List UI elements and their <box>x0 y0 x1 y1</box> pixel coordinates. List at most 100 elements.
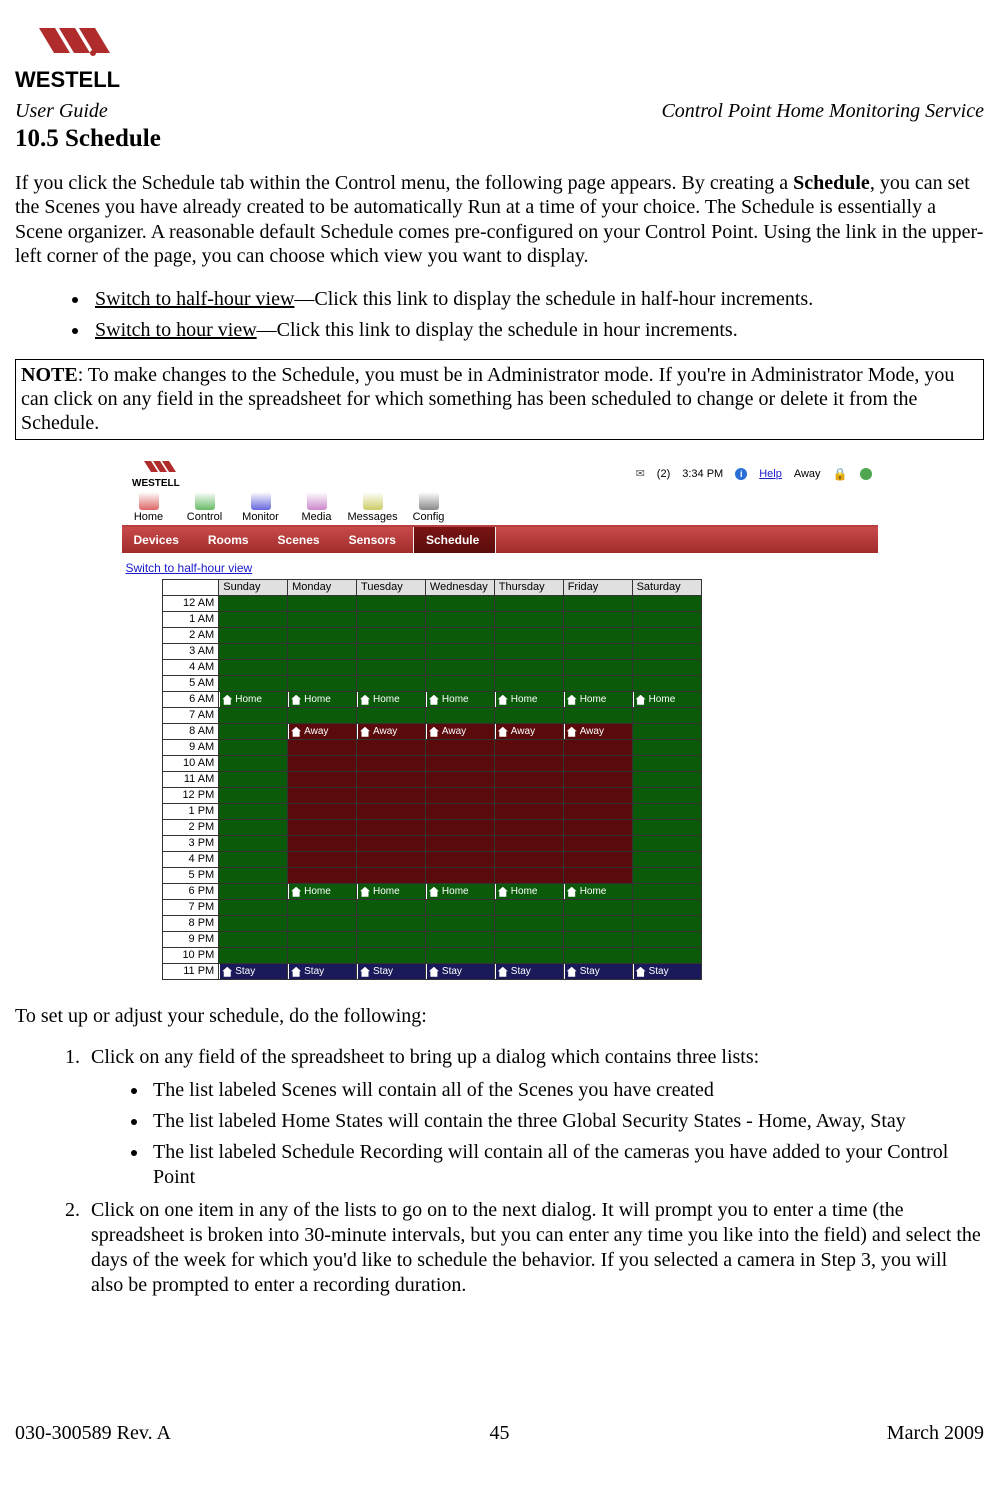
schedule-cell[interactable] <box>632 899 701 915</box>
schedule-cell[interactable] <box>219 947 288 963</box>
schedule-cell[interactable] <box>563 851 632 867</box>
schedule-cell[interactable] <box>563 659 632 675</box>
schedule-cell[interactable] <box>563 739 632 755</box>
schedule-cell[interactable] <box>219 675 288 691</box>
schedule-cell[interactable] <box>494 819 563 835</box>
schedule-cell[interactable] <box>219 611 288 627</box>
schedule-cell[interactable]: Home <box>288 691 357 707</box>
schedule-cell[interactable] <box>632 707 701 723</box>
schedule-cell[interactable]: Home <box>563 691 632 707</box>
schedule-cell[interactable] <box>219 915 288 931</box>
schedule-cell[interactable] <box>632 931 701 947</box>
mainnav-item[interactable]: Home <box>128 492 170 523</box>
help-link[interactable]: Help <box>759 468 782 480</box>
schedule-cell[interactable] <box>632 611 701 627</box>
mainnav-item[interactable]: Messages <box>352 492 394 523</box>
schedule-cell[interactable] <box>563 915 632 931</box>
schedule-cell[interactable] <box>563 931 632 947</box>
schedule-cell[interactable] <box>563 611 632 627</box>
schedule-cell[interactable] <box>632 915 701 931</box>
schedule-cell[interactable] <box>563 819 632 835</box>
schedule-cell[interactable] <box>288 659 357 675</box>
schedule-cell[interactable] <box>288 739 357 755</box>
schedule-cell[interactable] <box>425 819 494 835</box>
schedule-cell[interactable] <box>563 771 632 787</box>
schedule-cell[interactable] <box>494 867 563 883</box>
schedule-cell[interactable]: Home <box>425 883 494 899</box>
schedule-cell[interactable] <box>288 643 357 659</box>
schedule-cell[interactable] <box>494 851 563 867</box>
schedule-cell[interactable] <box>357 611 426 627</box>
schedule-cell[interactable]: Stay <box>357 963 426 979</box>
schedule-cell[interactable]: Away <box>288 723 357 739</box>
schedule-cell[interactable] <box>425 899 494 915</box>
schedule-cell[interactable] <box>563 627 632 643</box>
mainnav-item[interactable]: Media <box>296 492 338 523</box>
schedule-cell[interactable] <box>425 595 494 611</box>
schedule-cell[interactable] <box>632 787 701 803</box>
schedule-cell[interactable] <box>425 947 494 963</box>
mainnav-item[interactable]: Config <box>408 492 450 523</box>
schedule-cell[interactable] <box>357 659 426 675</box>
schedule-cell[interactable] <box>494 675 563 691</box>
schedule-cell[interactable]: Home <box>219 691 288 707</box>
schedule-cell[interactable] <box>494 915 563 931</box>
schedule-cell[interactable] <box>357 787 426 803</box>
schedule-cell[interactable] <box>563 835 632 851</box>
schedule-cell[interactable] <box>425 739 494 755</box>
schedule-cell[interactable] <box>563 675 632 691</box>
schedule-cell[interactable] <box>288 899 357 915</box>
schedule-cell[interactable]: Stay <box>632 963 701 979</box>
schedule-cell[interactable] <box>219 723 288 739</box>
schedule-cell[interactable] <box>357 771 426 787</box>
schedule-cell[interactable] <box>219 803 288 819</box>
schedule-cell[interactable]: Stay <box>219 963 288 979</box>
schedule-cell[interactable] <box>357 755 426 771</box>
schedule-cell[interactable] <box>632 659 701 675</box>
schedule-cell[interactable] <box>357 867 426 883</box>
schedule-cell[interactable] <box>357 915 426 931</box>
schedule-cell[interactable] <box>425 787 494 803</box>
schedule-cell[interactable]: Away <box>494 723 563 739</box>
schedule-cell[interactable] <box>357 851 426 867</box>
lock-icon[interactable]: 🔒 <box>833 467 848 481</box>
schedule-cell[interactable] <box>494 931 563 947</box>
switch-view-link[interactable]: Switch to half-hour view <box>122 553 878 579</box>
subnav-item[interactable]: Devices <box>122 527 196 553</box>
schedule-cell[interactable]: Home <box>425 691 494 707</box>
schedule-cell[interactable] <box>425 659 494 675</box>
schedule-cell[interactable] <box>357 819 426 835</box>
schedule-cell[interactable] <box>494 611 563 627</box>
schedule-cell[interactable]: Home <box>632 691 701 707</box>
schedule-cell[interactable] <box>288 803 357 819</box>
schedule-cell[interactable] <box>288 675 357 691</box>
info-icon[interactable]: i <box>735 468 747 480</box>
schedule-cell[interactable] <box>632 947 701 963</box>
schedule-cell[interactable] <box>219 819 288 835</box>
subnav-item[interactable]: Schedule <box>413 527 496 553</box>
schedule-cell[interactable]: Away <box>563 723 632 739</box>
subnav-item[interactable]: Rooms <box>196 527 266 553</box>
schedule-cell[interactable] <box>357 675 426 691</box>
schedule-cell[interactable] <box>425 707 494 723</box>
schedule-cell[interactable] <box>632 867 701 883</box>
schedule-cell[interactable] <box>219 659 288 675</box>
schedule-cell[interactable] <box>632 835 701 851</box>
mainnav-item[interactable]: Monitor <box>240 492 282 523</box>
schedule-cell[interactable]: Home <box>288 883 357 899</box>
schedule-cell[interactable] <box>494 643 563 659</box>
schedule-cell[interactable]: Stay <box>563 963 632 979</box>
schedule-cell[interactable]: Home <box>494 883 563 899</box>
schedule-cell[interactable] <box>563 643 632 659</box>
schedule-cell[interactable] <box>288 771 357 787</box>
schedule-cell[interactable] <box>425 835 494 851</box>
schedule-cell[interactable] <box>425 771 494 787</box>
schedule-cell[interactable] <box>494 755 563 771</box>
schedule-cell[interactable] <box>357 803 426 819</box>
schedule-cell[interactable] <box>357 595 426 611</box>
schedule-cell[interactable]: Stay <box>425 963 494 979</box>
schedule-cell[interactable] <box>632 723 701 739</box>
schedule-cell[interactable]: Home <box>357 883 426 899</box>
schedule-cell[interactable] <box>632 803 701 819</box>
schedule-cell[interactable] <box>563 787 632 803</box>
